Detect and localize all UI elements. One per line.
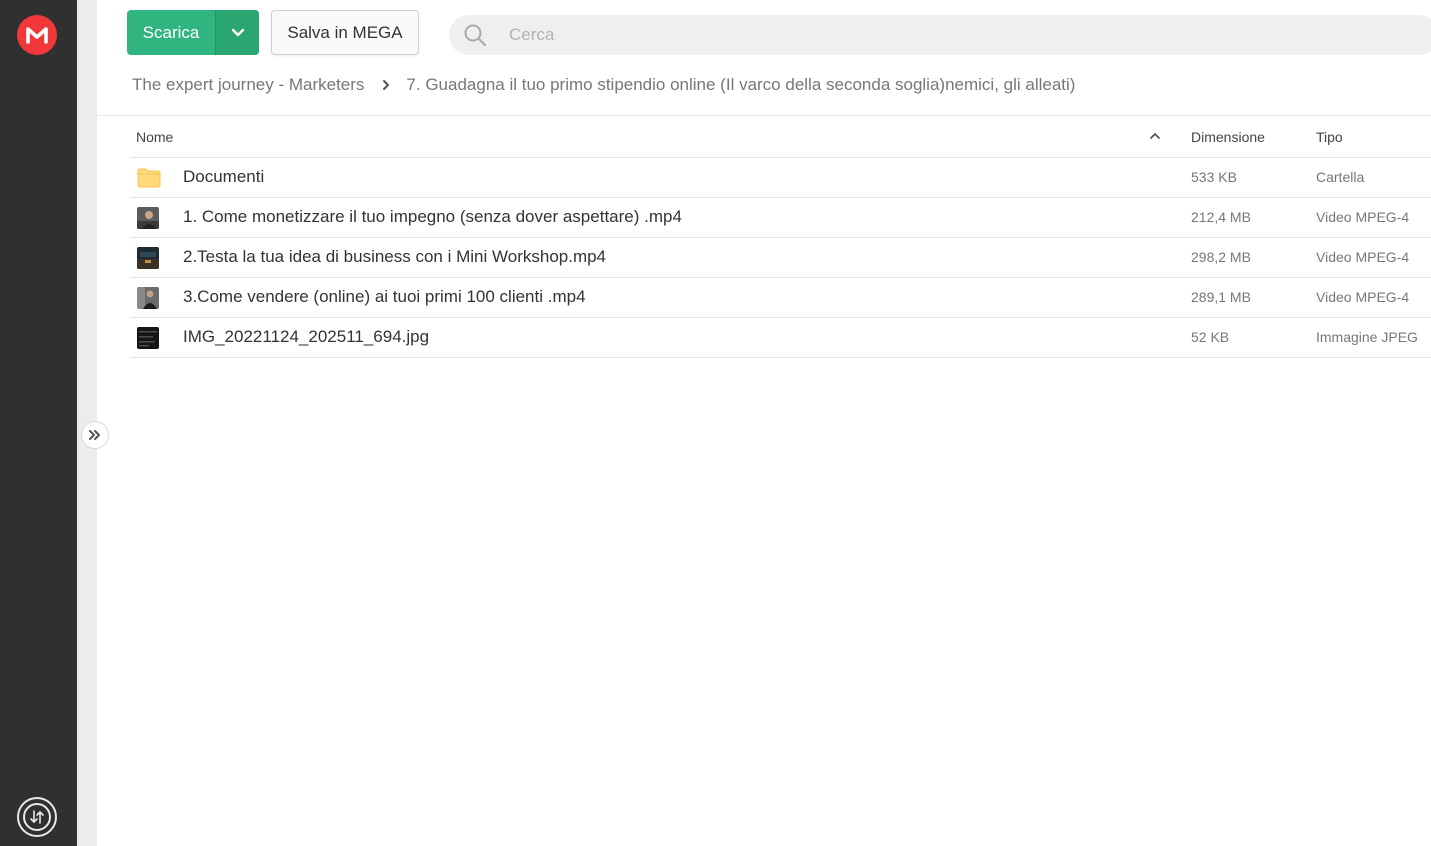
chevron-right-icon [382,79,390,91]
sort-ascending-icon[interactable] [1149,130,1161,142]
file-type: Video MPEG-4 [1316,209,1410,225]
table-header: Nome Dimensione Tipo [130,116,1431,158]
file-type: Video MPEG-4 [1316,289,1410,305]
file-size: 212,4 MB [1191,209,1251,225]
search-input[interactable] [509,15,1409,55]
file-list-table: Nome Dimensione Tipo Documenti 533 KB Ca… [130,116,1431,358]
breadcrumb: The expert journey - Marketers 7. Guadag… [132,74,1075,96]
file-type: Video MPEG-4 [1316,249,1410,265]
file-size: 298,2 MB [1191,249,1251,265]
file-name: 3.Come vendere (online) ai tuoi primi 10… [183,287,586,306]
breadcrumb-item-root[interactable]: The expert journey - Marketers [132,75,364,95]
download-button-group: Scarica [127,10,259,55]
download-options-button[interactable] [215,10,259,55]
file-name: 2.Testa la tua idea di business con i Mi… [183,247,607,266]
download-button[interactable]: Scarica [127,10,215,55]
file-size: 289,1 MB [1191,289,1251,305]
table-row[interactable]: IMG_20221124_202511_694.jpg 52 KB Immagi… [130,318,1431,358]
transfer-arrows-icon [23,803,51,831]
video-thumbnail-icon [137,287,159,309]
file-type: Cartella [1316,169,1365,185]
double-chevron-right-icon [89,430,100,440]
column-header-type[interactable]: Tipo [1316,129,1343,145]
file-size: 52 KB [1191,329,1230,345]
file-name: 1. Come monetizzare il tuo impegno (senz… [183,207,682,226]
file-type: Immagine JPEG [1316,329,1418,345]
save-to-mega-button[interactable]: Salva in MEGA [271,10,419,55]
transfers-button[interactable] [17,797,57,837]
left-rail [0,0,77,846]
column-header-name[interactable]: Nome [136,129,173,145]
video-thumbnail-icon [137,207,159,229]
table-row[interactable]: 1. Come monetizzare il tuo impegno (senz… [130,198,1431,238]
folder-icon [137,167,161,189]
breadcrumb-item-current[interactable]: 7. Guadagna il tuo primo stipendio onlin… [406,75,1075,95]
table-row-folder[interactable]: Documenti 533 KB Cartella [130,158,1431,198]
file-name: Documenti [183,167,265,186]
table-row[interactable]: 2.Testa la tua idea di business con i Mi… [130,238,1431,278]
video-thumbnail-icon [137,247,159,269]
image-thumbnail-icon [137,327,159,349]
search-bar [449,15,1431,55]
search-icon [464,24,487,47]
file-size: 533 KB [1191,169,1237,185]
chevron-down-icon [231,28,244,36]
column-header-size[interactable]: Dimensione [1191,129,1265,145]
mega-logo[interactable] [17,15,57,55]
mega-folder-link-app: Scarica Salva in MEGA The expert journey… [0,0,1431,846]
table-row[interactable]: 3.Come vendere (online) ai tuoi primi 10… [130,278,1431,318]
file-name: IMG_20221124_202511_694.jpg [183,327,430,346]
expand-panel-button[interactable] [81,421,109,449]
mega-logo-icon [26,27,48,44]
